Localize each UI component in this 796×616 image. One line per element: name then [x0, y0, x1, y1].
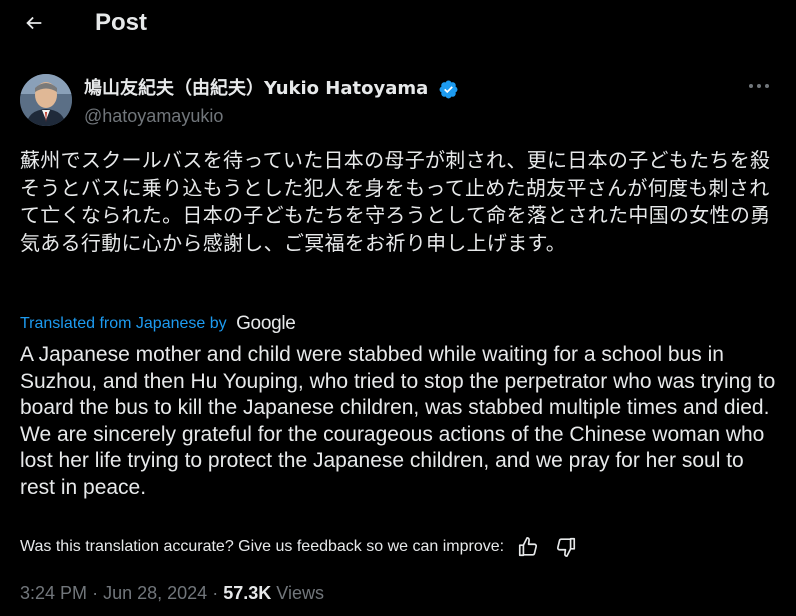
translation-attribution[interactable]: Translated from Japanese by Google: [20, 312, 296, 336]
arrow-left-icon: [26, 16, 42, 30]
back-button[interactable]: [19, 8, 49, 38]
top-bar: Post: [0, 0, 796, 48]
post-text-translated: A Japanese mother and child were stabbed…: [20, 343, 776, 499]
more-horizontal-icon: [749, 84, 769, 88]
feedback-prompt: Was this translation accurate? Give us f…: [20, 538, 505, 555]
translation-label: Translated from Japanese by: [20, 315, 227, 332]
meta-separator-2: ·: [212, 583, 219, 603]
google-logo: Google: [236, 313, 296, 334]
display-name[interactable]: 鳩山友紀夫（由紀夫）Yukio Hatoyama: [84, 76, 459, 102]
author-row: 鳩山友紀夫（由紀夫）Yukio Hatoyama @hatoyamayukio: [20, 74, 776, 130]
translation-feedback: Was this translation accurate? Give us f…: [20, 534, 578, 560]
views-label: Views: [276, 583, 324, 603]
meta-separator: ·: [92, 583, 99, 603]
thumbs-down-icon: [557, 537, 576, 557]
post-date[interactable]: Jun 28, 2024: [103, 583, 207, 603]
avatar[interactable]: [20, 74, 72, 126]
avatar-image: [20, 74, 72, 126]
verified-badge-icon: [439, 80, 458, 98]
page-title: Post: [95, 9, 148, 36]
post-text-original: 蘇州でスクールバスを待っていた日本の母子が刺され、更に日本の子どもたちを殺そうと…: [20, 148, 771, 255]
display-name-text: 鳩山友紀夫（由紀夫）Yukio Hatoyama: [84, 78, 429, 99]
more-options-button[interactable]: [746, 76, 772, 96]
thumbs-up-button[interactable]: [516, 535, 540, 559]
handle[interactable]: @hatoyamayukio: [84, 104, 223, 128]
thumbs-down-button[interactable]: [554, 535, 578, 559]
views-count: 57.3K: [223, 583, 272, 603]
post-time[interactable]: 3:24 PM: [20, 583, 87, 603]
thumbs-up-icon: [519, 537, 538, 557]
post-meta: 3:24 PM · Jun 28, 2024 · 57.3K Views: [20, 581, 324, 605]
